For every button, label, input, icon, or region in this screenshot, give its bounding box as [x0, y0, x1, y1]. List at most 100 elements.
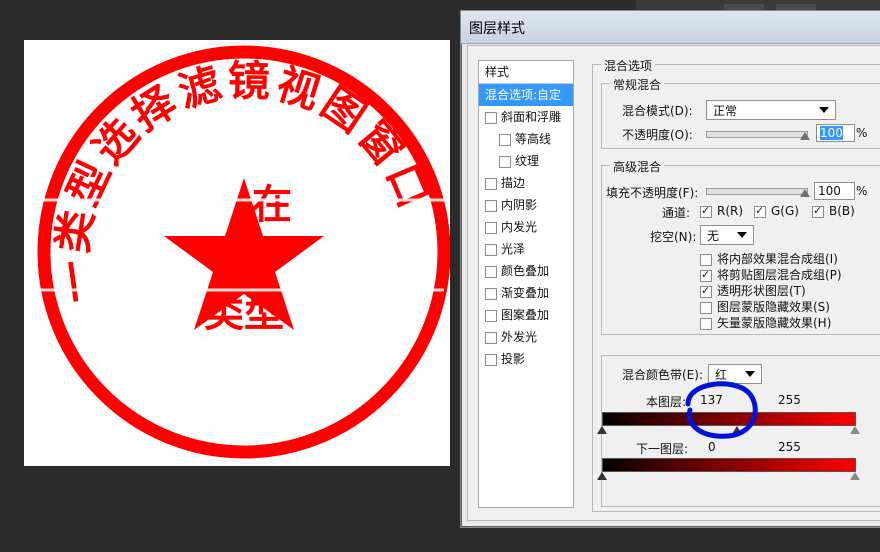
- general-blending-group: 常规混合 混合模式(D): 正常 不透明度(O): 100 %: [601, 76, 880, 149]
- knockout-label: 挖空(N):: [650, 230, 697, 244]
- styles-header[interactable]: 样式: [479, 61, 573, 84]
- checkbox-icon: [754, 204, 766, 218]
- checkbox-icon: [700, 284, 712, 298]
- fill-opacity-label: 填充不透明度(F):: [606, 186, 699, 200]
- opacity-percent: %: [856, 126, 868, 140]
- style-item[interactable]: 投影: [479, 348, 573, 370]
- advanced-option-checkbox[interactable]: 将内部效果混合成组(I): [700, 250, 838, 267]
- advanced-option-checkbox[interactable]: 图层蒙版隐藏效果(S): [700, 298, 830, 315]
- checkbox-icon[interactable]: [485, 178, 497, 190]
- stamp-stray-text-top: 在: [252, 182, 292, 228]
- style-item[interactable]: 颜色叠加: [479, 260, 573, 282]
- checkbox-icon[interactable]: [485, 200, 497, 212]
- checkbox-icon[interactable]: [485, 288, 497, 300]
- checkbox-icon: [700, 301, 712, 314]
- checkbox-icon[interactable]: [499, 156, 511, 168]
- fill-opacity-slider-thumb[interactable]: [800, 189, 810, 197]
- fill-opacity-slider[interactable]: [706, 188, 808, 195]
- style-item-label: 混合选项:自定: [485, 88, 562, 102]
- style-item[interactable]: 描边: [479, 172, 573, 194]
- opacity-slider-thumb[interactable]: [800, 132, 810, 140]
- advanced-option-checkbox[interactable]: 透明形状图层(T): [700, 282, 806, 299]
- checkbox-icon[interactable]: [499, 134, 511, 146]
- chevron-down-icon: [737, 232, 747, 238]
- knockout-value: 无: [707, 229, 720, 243]
- channel-r-checkbox[interactable]: R(R): [700, 204, 743, 218]
- style-item-label: 渐变叠加: [501, 286, 550, 300]
- style-item[interactable]: 等高线: [479, 128, 573, 150]
- advanced-option-label: 矢量蒙版隐藏效果(H): [717, 316, 832, 330]
- checkbox-icon: [700, 268, 712, 282]
- advanced-option-label: 图层蒙版隐藏效果(S): [717, 300, 830, 314]
- styles-list: 样式 混合选项:自定斜面和浮雕等高线纹理描边内阴影内发光光泽颜色叠加渐变叠加图案…: [478, 60, 574, 508]
- blend-options-group: 混合选项 常规混合 混合模式(D): 正常 不透明度(O): 100 % 高级混…: [592, 57, 880, 512]
- style-item-label: 内阴影: [501, 198, 538, 212]
- channel-b-checkbox[interactable]: B(B): [812, 204, 855, 218]
- style-item-label: 纹理: [515, 154, 540, 168]
- style-item[interactable]: 斜面和浮雕: [479, 106, 573, 128]
- style-item[interactable]: 外发光: [479, 326, 573, 348]
- blend-options-title: 混合选项: [601, 57, 656, 74]
- stamp-stray-text-bottom: 类型: [204, 290, 284, 336]
- dialog-body: 样式 混合选项:自定斜面和浮雕等高线纹理描边内阴影内发光光泽颜色叠加渐变叠加图案…: [467, 45, 880, 521]
- this-layer-white-thumb[interactable]: [850, 426, 860, 434]
- blend-if-group: 混合颜色带(E): 红 本图层: 137 255 下一图层: 0 255: [597, 355, 880, 507]
- style-item[interactable]: 图案叠加: [479, 304, 573, 326]
- style-item-label: 图案叠加: [501, 308, 550, 322]
- stamp-image: 一类型选择滤镜视图窗口 在 类型: [30, 45, 450, 459]
- checkbox-icon: [700, 253, 712, 266]
- opacity-label: 不透明度(O):: [622, 128, 693, 142]
- style-item[interactable]: 光泽: [479, 238, 573, 260]
- checkbox-icon: [812, 204, 824, 218]
- style-item[interactable]: 纹理: [479, 150, 573, 172]
- underlying-black-thumb[interactable]: [597, 472, 607, 480]
- channels-label: 通道:: [662, 206, 691, 220]
- checkbox-icon[interactable]: [485, 266, 497, 278]
- opacity-slider[interactable]: [706, 131, 808, 138]
- style-item[interactable]: 内发光: [479, 216, 573, 238]
- style-item-label: 光泽: [501, 242, 526, 256]
- style-item-label: 斜面和浮雕: [501, 110, 562, 124]
- style-item-label: 投影: [501, 352, 526, 366]
- underlying-layer-ramp[interactable]: [602, 458, 856, 472]
- blend-mode-value: 正常: [713, 104, 738, 118]
- document-canvas[interactable]: 一类型选择滤镜视图窗口 在 类型: [24, 40, 450, 466]
- channel-g-checkbox[interactable]: G(G): [754, 204, 799, 218]
- style-item-label: 描边: [501, 176, 526, 190]
- layer-style-dialog: 图层样式 样式 混合选项:自定斜面和浮雕等高线纹理描边内阴影内发光光泽颜色叠加渐…: [460, 10, 880, 528]
- underlying-white-thumb[interactable]: [850, 472, 860, 480]
- underlying-high-value: 255: [778, 440, 801, 454]
- advanced-option-checkbox[interactable]: 矢量蒙版隐藏效果(H): [700, 314, 831, 331]
- checkbox-icon[interactable]: [485, 222, 497, 234]
- checkbox-icon[interactable]: [485, 112, 497, 124]
- opacity-input[interactable]: 100: [816, 124, 855, 142]
- checkbox-icon[interactable]: [485, 354, 497, 366]
- blend-mode-select[interactable]: 正常: [706, 100, 836, 120]
- general-blending-title: 常规混合: [610, 76, 665, 93]
- advanced-option-label: 将剪贴图层混合成组(P): [717, 268, 842, 282]
- style-item[interactable]: 渐变叠加: [479, 282, 573, 304]
- advanced-blending-title: 高级混合: [610, 158, 665, 175]
- advanced-blending-group: 高级混合 填充不透明度(F): 100 % 通道: R(R) G(G) B(B)…: [601, 158, 880, 335]
- knockout-select[interactable]: 无: [700, 225, 754, 245]
- annotation-circle: [685, 381, 758, 439]
- checkbox-icon[interactable]: [485, 332, 497, 344]
- advanced-option-label: 透明形状图层(T): [717, 284, 806, 298]
- checkbox-icon[interactable]: [485, 244, 497, 256]
- this-layer-high-value: 255: [778, 393, 801, 407]
- style-item-label: 颜色叠加: [501, 264, 550, 278]
- style-item-label: 等高线: [515, 132, 552, 146]
- style-item[interactable]: 混合选项:自定: [479, 84, 573, 106]
- dialog-titlebar[interactable]: 图层样式: [461, 11, 880, 44]
- blend-mode-label: 混合模式(D):: [622, 104, 693, 118]
- fill-opacity-input[interactable]: 100: [814, 182, 855, 200]
- style-item[interactable]: 内阴影: [479, 194, 573, 216]
- advanced-option-label: 将内部效果混合成组(I): [717, 252, 838, 266]
- this-layer-black-thumb[interactable]: [597, 426, 607, 434]
- checkbox-icon[interactable]: [485, 310, 497, 322]
- advanced-option-checkbox[interactable]: 将剪贴图层混合成组(P): [700, 266, 842, 283]
- fill-opacity-percent: %: [856, 184, 868, 198]
- checkbox-icon: [700, 317, 712, 330]
- style-item-label: 外发光: [501, 330, 538, 344]
- style-item-label: 内发光: [501, 220, 538, 234]
